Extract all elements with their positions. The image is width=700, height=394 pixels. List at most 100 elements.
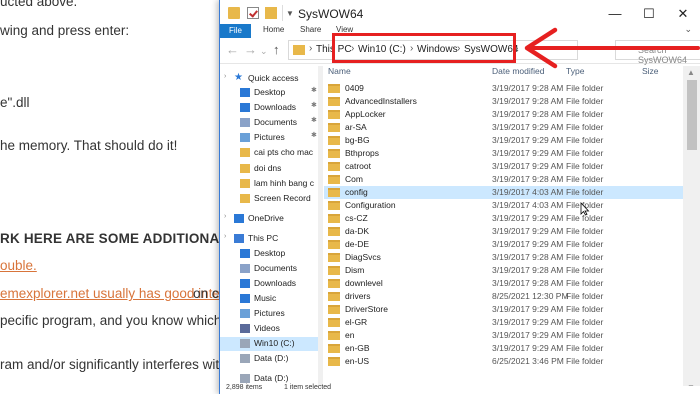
up-arrow-icon[interactable]: ↑: [273, 42, 280, 57]
folder-icon: [328, 240, 340, 249]
sidebar-item-this-pc[interactable]: › This PC: [220, 232, 323, 246]
file-type: File folder: [566, 343, 604, 353]
file-row[interactable]: AppLocker 3/19/2017 9:28 AM File folder: [324, 108, 684, 121]
chevron-down-icon[interactable]: ▼: [286, 9, 294, 18]
file-date: 3/19/2017 4:03 AM: [492, 187, 564, 197]
sidebar-item-videos[interactable]: Videos: [220, 322, 323, 336]
sidebar-item-data-d[interactable]: Data (D:): [220, 352, 323, 366]
file-date: 3/19/2017 9:28 AM: [492, 252, 564, 262]
column-header-name[interactable]: Name: [328, 66, 351, 76]
file-row[interactable]: drivers 8/25/2021 12:30 PM File folder: [324, 290, 684, 303]
tab-home[interactable]: Home: [263, 25, 284, 34]
file-type: File folder: [566, 226, 604, 236]
scroll-thumb[interactable]: [687, 80, 697, 150]
tab-view[interactable]: View: [336, 25, 353, 34]
column-header-size[interactable]: Size: [642, 66, 659, 76]
article-link[interactable]: ouble.: [0, 258, 37, 273]
file-row[interactable]: en-US 6/25/2021 3:46 PM File folder: [324, 355, 684, 368]
nav-scrollbar[interactable]: [318, 66, 323, 394]
breadcrumb-windows[interactable]: Windows: [417, 44, 458, 55]
sidebar-item-pictures[interactable]: Pictures: [220, 307, 323, 321]
maximize-button[interactable]: ☐: [632, 0, 666, 27]
file-row[interactable]: Dism 3/19/2017 9:28 AM File folder: [324, 264, 684, 277]
column-header-type[interactable]: Type: [566, 66, 584, 76]
file-row[interactable]: de-DE 3/19/2017 9:29 AM File folder: [324, 238, 684, 251]
column-header-date[interactable]: Date modified: [492, 66, 544, 76]
file-type: File folder: [566, 109, 604, 119]
folder-icon: [328, 123, 340, 132]
chevron-down-icon[interactable]: ⌄: [684, 24, 692, 35]
chevron-right-icon[interactable]: ›: [224, 73, 226, 80]
file-date: 3/19/2017 4:03 AM: [492, 200, 564, 210]
sidebar-item-cai-pts-cho-mac[interactable]: cai pts cho mac: [220, 146, 323, 160]
sidebar-item-desktop[interactable]: Desktop ✱: [220, 86, 323, 100]
sidebar-item-music[interactable]: Music: [220, 292, 323, 306]
file-row[interactable]: bg-BG 3/19/2017 9:29 AM File folder: [324, 134, 684, 147]
sidebar-item-pictures[interactable]: Pictures ✱: [220, 131, 323, 145]
title-bar[interactable]: ▼ SysWOW64 — ☐ ✕: [220, 0, 700, 27]
article-line: he memory. That should do it!: [0, 138, 178, 153]
chevron-down-icon[interactable]: ⌄: [260, 46, 268, 57]
file-row[interactable]: catroot 3/19/2017 9:29 AM File folder: [324, 160, 684, 173]
search-input[interactable]: Search SysWOW64: [615, 40, 700, 65]
file-row[interactable]: el-GR 3/19/2017 9:29 AM File folder: [324, 316, 684, 329]
article-link[interactable]: emexplorer.net usually has good intel: [0, 286, 223, 301]
breadcrumb-this-pc[interactable]: This PC: [316, 44, 352, 55]
sidebar-item-onedrive[interactable]: › OneDrive: [220, 212, 323, 226]
pin-icon: ✱: [311, 117, 317, 124]
vertical-scrollbar[interactable]: ▲ ▼: [683, 66, 700, 394]
file-name: en: [345, 330, 355, 340]
chevron-right-icon[interactable]: ›: [224, 233, 226, 240]
breadcrumb-drive[interactable]: Win10 (C:): [358, 44, 406, 55]
new-folder-icon[interactable]: [265, 7, 277, 19]
file-row[interactable]: 0409 3/19/2017 9:28 AM File folder: [324, 82, 684, 95]
file-row[interactable]: da-DK 3/19/2017 9:29 AM File folder: [324, 225, 684, 238]
file-row[interactable]: Com 3/19/2017 9:28 AM File folder: [324, 173, 684, 186]
file-row[interactable]: downlevel 3/19/2017 9:28 AM File folder: [324, 277, 684, 290]
sidebar-item-label: Downloads: [254, 102, 297, 112]
file-type: File folder: [566, 135, 604, 145]
scroll-up-icon[interactable]: ▲: [687, 68, 695, 77]
forward-arrow-icon[interactable]: →: [244, 42, 257, 57]
properties-icon[interactable]: [247, 7, 259, 19]
sidebar-item-desktop[interactable]: Desktop: [220, 247, 323, 261]
file-row[interactable]: ar-SA 3/19/2017 9:29 AM File folder: [324, 121, 684, 134]
chevron-right-icon[interactable]: ›: [224, 213, 226, 220]
breadcrumb-syswow64[interactable]: SysWOW64: [464, 44, 518, 55]
sidebar-item-doi-dns[interactable]: doi dns: [220, 162, 323, 176]
minimize-button[interactable]: —: [598, 0, 632, 27]
sidebar-item-lam-hinh-bang-c[interactable]: lam hinh bang c: [220, 177, 323, 191]
sidebar-item-downloads[interactable]: Downloads: [220, 277, 323, 291]
file-type: File folder: [566, 252, 604, 262]
file-date: 3/19/2017 9:29 AM: [492, 304, 564, 314]
file-row[interactable]: Bthprops 3/19/2017 9:29 AM File folder: [324, 147, 684, 160]
file-row[interactable]: en 3/19/2017 9:29 AM File folder: [324, 329, 684, 342]
folder-icon: [328, 201, 340, 210]
close-button[interactable]: ✕: [666, 0, 700, 27]
sidebar-item-documents[interactable]: Documents: [220, 262, 323, 276]
download-icon: [240, 279, 250, 288]
drive-icon: [240, 339, 250, 348]
sidebar-item-label: OneDrive: [248, 213, 284, 223]
divider: [282, 5, 283, 21]
tab-file[interactable]: File: [220, 24, 251, 38]
file-row[interactable]: DriverStore 3/19/2017 9:29 AM File folder: [324, 303, 684, 316]
sidebar-item-downloads[interactable]: Downloads ✱: [220, 101, 323, 115]
file-list: Name Date modified Type Size 0409 3/19/20…: [324, 66, 700, 394]
back-arrow-icon[interactable]: ←: [226, 42, 239, 57]
file-row[interactable]: cs-CZ 3/19/2017 9:29 AM File folder: [324, 212, 684, 225]
sidebar-item-win10-c[interactable]: Win10 (C:): [220, 337, 323, 351]
file-row[interactable]: AdvancedInstallers 3/19/2017 9:28 AM File …: [324, 95, 684, 108]
address-bar[interactable]: › This PC › Win10 (C:) › Windows › SysWO…: [288, 40, 578, 60]
sidebar-item-label: Downloads: [254, 278, 297, 288]
sidebar-item-screen-record[interactable]: Screen Record: [220, 192, 323, 206]
file-row[interactable]: en-GB 3/19/2017 9:29 AM File folder: [324, 342, 684, 355]
folder-icon: [328, 175, 340, 184]
search-placeholder: Search SysWOW64: [638, 45, 688, 65]
file-row[interactable]: DiagSvcs 3/19/2017 9:28 AM File folder: [324, 251, 684, 264]
file-row[interactable]: config 3/19/2017 4:03 AM File folder: [324, 186, 684, 199]
file-row[interactable]: Configuration 3/19/2017 4:03 AM File folde…: [324, 199, 684, 212]
tab-share[interactable]: Share: [300, 25, 321, 34]
sidebar-item-documents[interactable]: Documents ✱: [220, 116, 323, 130]
sidebar-item-quick-access[interactable]: › ★ Quick access: [220, 72, 323, 86]
